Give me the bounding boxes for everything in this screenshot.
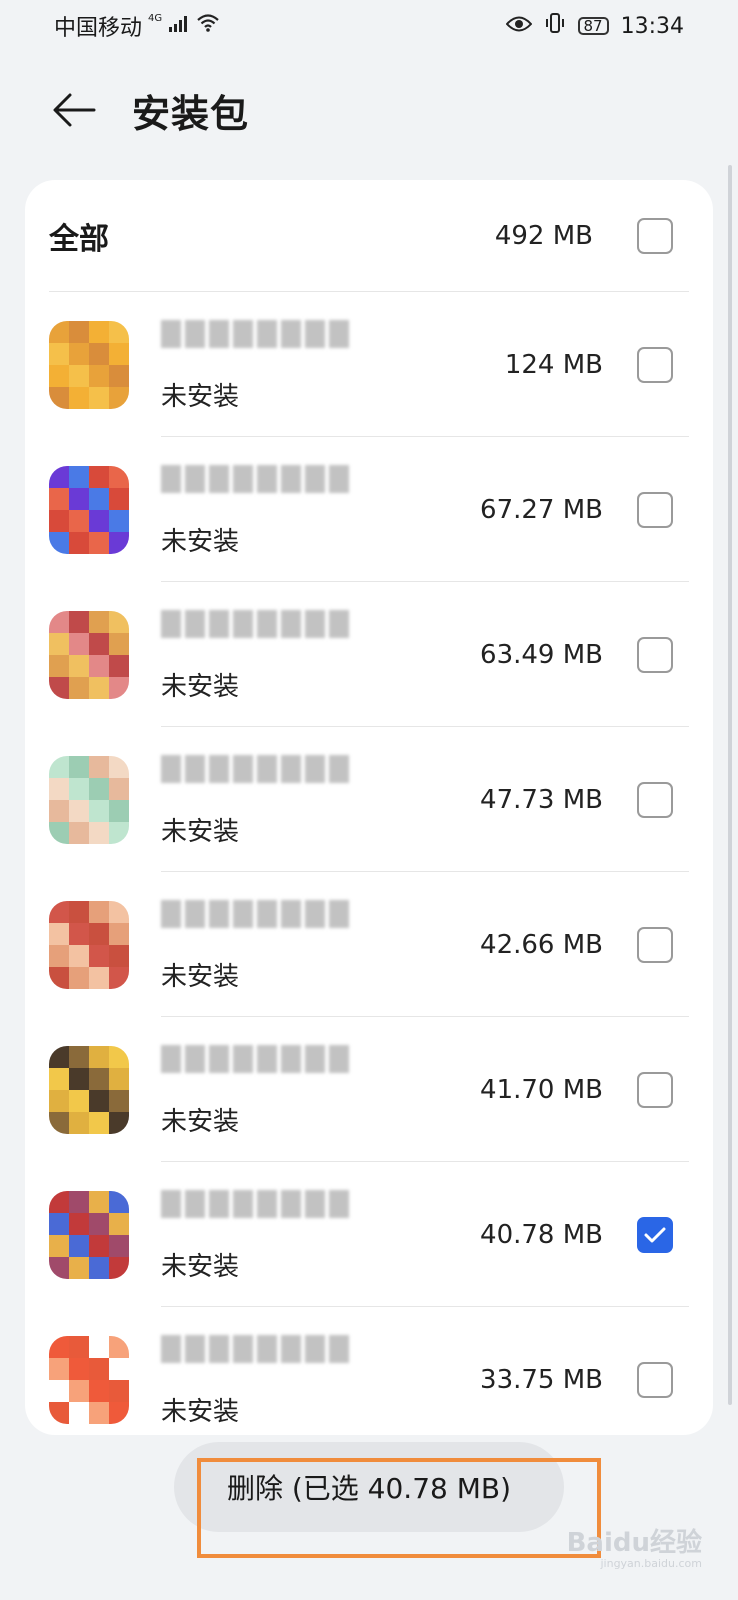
back-arrow-icon [53,93,96,127]
watermark-text: Baidu经验 [566,1528,702,1559]
package-checkbox-checked[interactable] [637,1216,673,1253]
package-size: 33.75 MB [480,1364,603,1395]
package-size: 63.49 MB [480,639,603,670]
package-checkbox[interactable] [637,1071,673,1108]
back-button[interactable] [44,80,104,140]
network-type: 4G [148,12,163,24]
app-icon [49,755,129,844]
install-status: 未安装 [161,1252,240,1282]
install-status: 未安装 [161,1397,240,1427]
app-name-redacted [161,610,349,642]
package-row[interactable]: 未安装 42.66 MB [25,872,713,1017]
eye-icon [505,14,532,39]
package-checkbox[interactable] [637,926,673,963]
install-status: 未安装 [161,962,240,992]
battery-indicator: 87 [577,17,609,35]
vibrate-icon [544,12,566,40]
install-status: 未安装 [161,527,240,557]
signal-icon [168,14,190,39]
package-row[interactable]: 未安装 33.75 MB [25,1307,713,1435]
app-icon [49,320,129,409]
app-name-redacted [161,755,349,787]
checkmark-icon [644,1227,666,1242]
status-left: 中国移动 4G [54,10,220,42]
app-icon [49,1045,129,1134]
select-all-checkbox[interactable] [637,218,673,254]
watermark-sub: jingyan.baidu.com [600,1556,702,1570]
app-icon [49,610,129,699]
install-status: 未安装 [161,672,240,702]
package-checkbox[interactable] [637,491,673,528]
package-checkbox[interactable] [637,346,673,383]
total-size: 492 MB [494,221,593,251]
title-bar: 安装包 [0,60,738,160]
watermark: Baidu经验 jingyan.baidu.com [567,1529,702,1570]
carrier-name: 中国移动 [54,16,143,41]
status-bar: 中国移动 4G 87 13:34 [0,0,738,52]
package-size: 42.66 MB [480,929,603,960]
package-size: 124 MB [504,349,603,380]
select-all-row[interactable]: 全部 492 MB [25,180,713,292]
package-row[interactable]: 未安装 124 MB [25,292,713,437]
package-row[interactable]: 未安装 40.78 MB [25,1162,713,1307]
app-icon [49,1335,129,1424]
app-name-redacted [161,465,349,497]
package-size: 41.70 MB [480,1074,603,1105]
app-icon [49,1190,129,1279]
install-status: 未安装 [161,382,240,412]
page-title: 安装包 [132,91,250,136]
package-checkbox[interactable] [637,781,673,818]
install-status: 未安装 [161,1107,240,1137]
clock: 13:34 [620,13,684,39]
app-icon [49,900,129,989]
select-all-label: 全部 [49,222,109,257]
app-name-redacted [161,1045,349,1077]
app-name-redacted [161,320,349,352]
package-size: 40.78 MB [480,1219,603,1250]
package-checkbox[interactable] [637,636,673,673]
wifi-icon [196,13,220,39]
app-name-redacted [161,1190,349,1222]
package-row[interactable]: 未安装 47.73 MB [25,727,713,872]
install-status: 未安装 [161,817,240,847]
package-checkbox[interactable] [637,1361,673,1398]
package-row[interactable]: 未安装 41.70 MB [25,1017,713,1162]
package-size: 67.27 MB [480,494,603,525]
package-row[interactable]: 未安装 63.49 MB [25,582,713,727]
package-list-card: 全部 492 MB 未安装 124 MB 未安装 67.27 MB 未安装 63.49 M… [25,180,713,1435]
package-row[interactable]: 未安装 67.27 MB [25,437,713,582]
scrollbar[interactable] [728,165,732,1405]
status-right: 87 13:34 [505,12,684,40]
app-name-redacted [161,900,349,932]
package-size: 47.73 MB [480,784,603,815]
delete-button[interactable]: 删除 (已选 40.78 MB) [174,1442,564,1532]
app-name-redacted [161,1335,349,1367]
app-icon [49,465,129,554]
